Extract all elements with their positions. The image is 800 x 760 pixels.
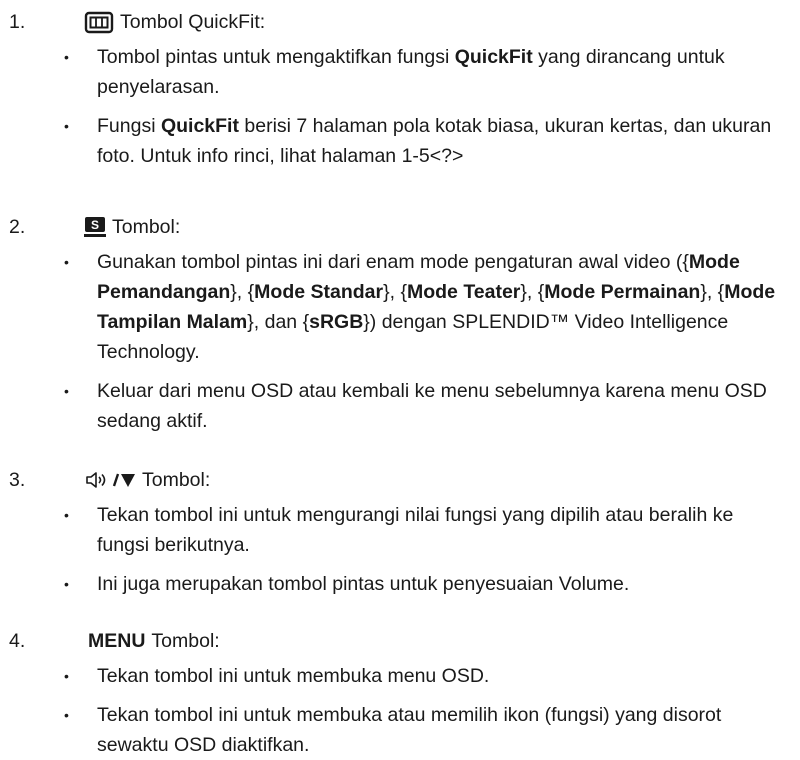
splendid-s-icon: S	[84, 216, 106, 238]
bold-term: Mode Permainan	[544, 281, 701, 303]
item-label: Tombol:	[151, 630, 220, 652]
bullet-dot: •	[64, 668, 69, 684]
bullet-dot: •	[64, 507, 69, 523]
list-item-volume: 3. Tombol: • Tekan tombol ini untuk meng…	[0, 460, 800, 621]
item-label: Tombol:	[142, 469, 211, 491]
bullet-text: Ini juga merupakan tombol pintas untuk p…	[97, 573, 629, 595]
text-run: Gunakan tombol pintas ini dari enam mode…	[97, 251, 689, 273]
text-run: Fungsi	[97, 115, 161, 137]
text-run: Keluar dari menu OSD atau kembali ke men…	[97, 380, 767, 432]
bullet-item: • Ini juga merupakan tombol pintas untuk …	[0, 569, 800, 599]
item-label: Tombol QuickFit:	[120, 11, 266, 33]
bullet-dot: •	[64, 118, 69, 134]
bullet-item: • Tekan tombol ini untuk membuka atau mem…	[0, 700, 800, 760]
volume-down-icon	[84, 469, 136, 491]
item-heading: 1. Tombol QuickFit:	[0, 2, 800, 42]
text-run: Tekan tombol ini untuk membuka atau memi…	[97, 704, 722, 756]
bullet-item: • Keluar dari menu OSD atau kembali ke me…	[0, 376, 800, 436]
text-run: }, {	[383, 281, 407, 303]
bullet-dot: •	[64, 254, 69, 270]
bullet-dot: •	[64, 49, 69, 65]
item-heading: 3. Tombol:	[0, 460, 800, 500]
menu-key-label: MENU	[88, 630, 146, 652]
list-item-quickfit: 1. Tombol QuickFit: • Tombol pintas untuk…	[0, 2, 800, 207]
bullet-list: • Tekan tombol ini untuk mengurangi nilai…	[0, 500, 800, 599]
bold-term: Mode Standar	[254, 281, 384, 303]
bullet-item: • Gunakan tombol pintas ini dari enam mod…	[0, 247, 800, 367]
bullet-dot: •	[64, 576, 69, 592]
text-run: Tekan tombol ini untuk mengurangi nilai …	[97, 504, 734, 556]
item-number: 3.	[9, 469, 26, 491]
bullet-item: • Tekan tombol ini untuk membuka menu OSD…	[0, 661, 800, 691]
item-number: 2.	[9, 216, 26, 238]
bullet-text: Gunakan tombol pintas ini dari enam mode…	[97, 251, 775, 363]
bullet-list: • Tombol pintas untuk mengaktifkan fungsi…	[0, 42, 800, 171]
bullet-text: Fungsi QuickFit berisi 7 halaman pola ko…	[97, 115, 771, 167]
bullet-text: Tekan tombol ini untuk membuka atau memi…	[97, 704, 721, 756]
document-page: 1. Tombol QuickFit: • Tombol pintas untuk…	[0, 0, 800, 760]
text-run: Ini juga merupakan tombol pintas untuk p…	[97, 573, 630, 595]
text-run: }, {	[520, 281, 545, 303]
item-label: Tombol:	[112, 216, 181, 238]
text-run: }, dan {	[247, 311, 310, 333]
text-run: }, {	[230, 281, 255, 303]
item-heading: 2. S Tombol:	[0, 207, 800, 247]
text-run: }, {	[700, 281, 725, 303]
bullet-dot: •	[64, 383, 69, 399]
item-heading: 4. MENU Tombol:	[0, 621, 800, 661]
text-run: Tekan tombol ini untuk membuka menu OSD.	[97, 665, 490, 687]
bullet-text: Tombol pintas untuk mengaktifkan fungsi …	[97, 46, 725, 98]
bold-term: QuickFit	[160, 115, 239, 137]
quickfit-icon	[84, 11, 114, 34]
bullet-item: • Tekan tombol ini untuk mengurangi nilai…	[0, 500, 800, 560]
text-run: Tombol pintas untuk mengaktifkan fungsi	[97, 46, 455, 68]
bold-term: sRGB	[309, 311, 364, 333]
list-item-menu: 4. MENU Tombol: • Tekan tombol ini untuk …	[0, 621, 800, 760]
bullet-dot: •	[64, 707, 69, 723]
bold-term: Mode Teater	[406, 281, 521, 303]
bullet-list: • Gunakan tombol pintas ini dari enam mod…	[0, 247, 800, 436]
bullet-list: • Tekan tombol ini untuk membuka menu OSD…	[0, 661, 800, 760]
list-item-splendid: 2. S Tombol: • Gunakan tombol pintas ini …	[0, 207, 800, 460]
bullet-item: • Tombol pintas untuk mengaktifkan fungsi…	[0, 42, 800, 102]
bullet-text: Keluar dari menu OSD atau kembali ke men…	[97, 380, 767, 432]
item-number: 1.	[9, 11, 26, 33]
bullet-text: Tekan tombol ini untuk membuka menu OSD.	[97, 665, 489, 687]
bullet-text: Tekan tombol ini untuk mengurangi nilai …	[97, 504, 733, 556]
item-number: 4.	[9, 630, 26, 652]
svg-text:S: S	[91, 218, 99, 232]
bullet-item: • Fungsi QuickFit berisi 7 halaman pola k…	[0, 111, 800, 171]
bold-term: QuickFit	[454, 46, 533, 68]
